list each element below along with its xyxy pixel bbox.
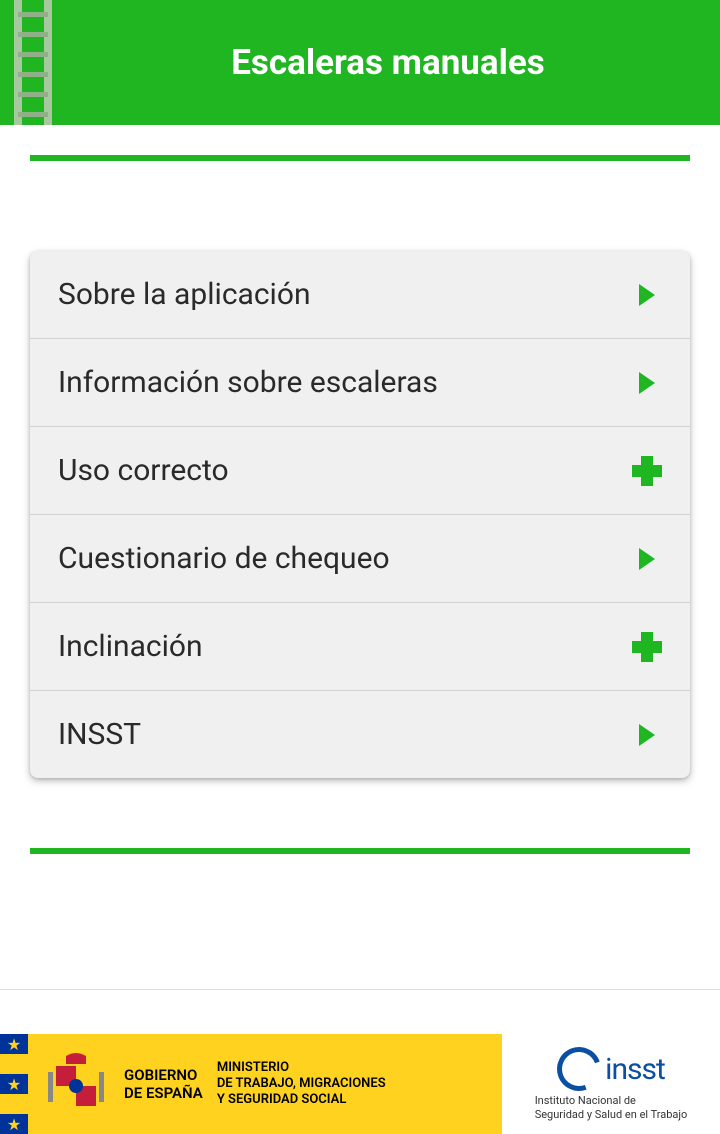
insst-name: insst [605,1052,665,1087]
coat-of-arms-icon [42,1048,110,1120]
menu-item-info[interactable]: Información sobre escaleras [30,339,690,427]
menu-item-usage[interactable]: Uso correcto [30,427,690,515]
plus-icon [632,632,662,662]
chevron-right-icon [632,544,662,574]
ladder-icon [6,0,62,125]
menu-list: Sobre la aplicación Información sobre es… [30,251,690,778]
insst-subtitle: Instituto Nacional de Seguridad y Salud … [535,1094,688,1120]
eu-flag-icon: ★ ★ ★ [0,1034,28,1134]
menu-label: Inclinación [58,629,203,664]
footer: ★ ★ ★ GOBIERNO [0,989,720,1134]
footer-separator [0,989,720,990]
divider-top [30,155,690,161]
menu-label: INSST [58,717,141,752]
chevron-right-icon [632,720,662,750]
insst-logo: insst [557,1047,665,1091]
chevron-right-icon [632,368,662,398]
gov-line2: DE ESPAÑA [124,1084,203,1102]
footer-banner: ★ ★ ★ GOBIERNO [0,1034,720,1134]
menu-label: Uso correcto [58,453,229,488]
min-line1: MINISTERIO [217,1060,386,1076]
min-line2: DE TRABAJO, MIGRACIONES [217,1076,386,1092]
insst-c-icon [550,1040,608,1098]
divider-bottom [30,848,690,854]
min-line3: Y SEGURIDAD SOCIAL [217,1092,386,1108]
menu-item-inclination[interactable]: Inclinación [30,603,690,691]
menu-item-about[interactable]: Sobre la aplicación [30,251,690,339]
menu-label: Cuestionario de chequeo [58,541,390,576]
government-text: GOBIERNO DE ESPAÑA [124,1066,203,1102]
insst-logo-section: insst Instituto Nacional de Seguridad y … [502,1034,720,1134]
chevron-right-icon [632,280,662,310]
menu-item-insst[interactable]: INSST [30,691,690,778]
ministry-text: MINISTERIO DE TRABAJO, MIGRACIONES Y SEG… [217,1060,386,1109]
app-header: Escaleras manuales [0,0,720,125]
gov-line1: GOBIERNO [124,1066,203,1084]
menu-label: Información sobre escaleras [58,365,438,400]
main-content: Sobre la aplicación Información sobre es… [0,155,720,854]
plus-icon [632,456,662,486]
menu-label: Sobre la aplicación [58,277,311,312]
government-section: GOBIERNO DE ESPAÑA MINISTERIO DE TRABAJO… [28,1034,502,1134]
header-title: Escaleras manuales [0,42,720,83]
menu-item-checklist[interactable]: Cuestionario de chequeo [30,515,690,603]
